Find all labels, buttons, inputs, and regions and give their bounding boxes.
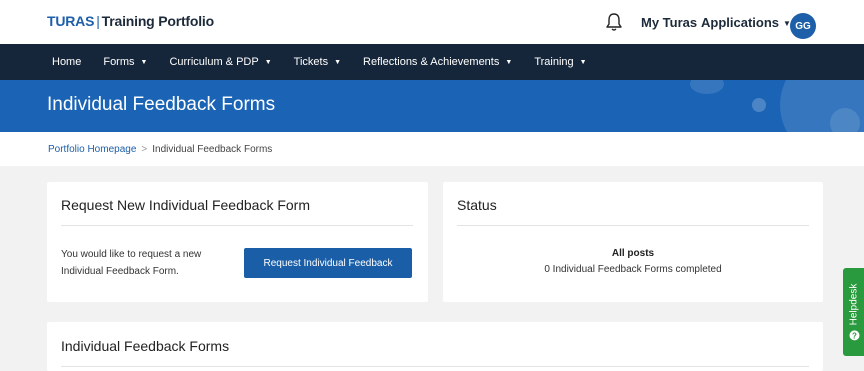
brand-logo[interactable]: TURAS | Training Portfolio [47, 13, 214, 29]
forms-card-title: Individual Feedback Forms [61, 338, 230, 354]
decorative-bubble [830, 108, 860, 132]
avatar[interactable]: GG [790, 13, 816, 39]
breadcrumb: Portfolio Homepage > Individual Feedback… [0, 132, 864, 166]
request-feedback-button[interactable]: Request Individual Feedback [244, 248, 412, 278]
nav-item-label: Reflections & Achievements [363, 56, 500, 68]
question-circle-icon: ? [848, 330, 859, 341]
nav-item-tickets[interactable]: Tickets ▼ [294, 56, 341, 68]
top-header: TURAS | Training Portfolio My Turas Applic… [0, 0, 864, 44]
status-card-title: Status [457, 197, 497, 213]
nav-item-label: Tickets [293, 56, 329, 68]
nav-item-training[interactable]: Training ▼ [534, 56, 586, 68]
brand-separator: | [96, 13, 100, 29]
brand-product: Training Portfolio [101, 13, 214, 29]
nav-item-label: Forms [103, 56, 135, 68]
applications-menu[interactable]: Applications ▼ [701, 15, 791, 30]
bell-icon[interactable] [605, 12, 623, 32]
page-title: Individual Feedback Forms [47, 94, 276, 115]
request-card-text: You would like to request a new Individu… [61, 249, 202, 277]
nav-item-reflections[interactable]: Reflections & Achievements ▼ [363, 56, 512, 68]
chevron-down-icon: ▼ [579, 58, 587, 66]
request-card: Request New Individual Feedback Form You… [47, 182, 428, 302]
status-card: Status All posts 0 Individual Feedback F… [443, 182, 823, 302]
brand-main: TURAS [47, 13, 95, 29]
status-summary: 0 Individual Feedback Forms completed [544, 264, 722, 275]
card-divider [457, 225, 809, 226]
nav-item-label: Training [534, 56, 574, 68]
request-card-title: Request New Individual Feedback Form [61, 197, 311, 213]
nav-item-home[interactable]: Home [52, 56, 81, 68]
card-divider [61, 225, 413, 226]
forms-card: Individual Feedback Forms [47, 322, 823, 371]
helpdesk-inner: ? Helpdesk [848, 284, 859, 341]
chevron-down-icon: ▼ [140, 58, 148, 66]
breadcrumb-home-link[interactable]: Portfolio Homepage [48, 144, 136, 155]
helpdesk-tab[interactable]: ? Helpdesk [843, 268, 864, 356]
nav-item-label: Home [52, 56, 82, 68]
nav-item-forms[interactable]: Forms ▼ [103, 56, 147, 68]
page-banner: Individual Feedback Forms [0, 80, 864, 132]
nav-item-curriculum-pdp[interactable]: Curriculum & PDP ▼ [169, 56, 271, 68]
nav-item-label: Curriculum & PDP [169, 56, 259, 68]
main-nav: Home Forms ▼ Curriculum & PDP ▼ Tickets ▼ R… [0, 44, 864, 80]
decorative-bubble [690, 80, 724, 94]
helpdesk-label: Helpdesk [848, 283, 859, 326]
breadcrumb-separator: > [141, 143, 148, 155]
chevron-down-icon: ▼ [505, 58, 513, 66]
my-turas-link[interactable]: My Turas [641, 15, 697, 30]
chevron-down-icon: ▼ [334, 58, 342, 66]
chevron-down-icon: ▼ [264, 58, 272, 66]
card-divider [61, 366, 809, 367]
status-heading: All posts [611, 248, 655, 259]
applications-label: Applications [701, 15, 780, 30]
breadcrumb-current: Individual Feedback Forms [152, 143, 273, 155]
decorative-bubble [752, 98, 766, 112]
